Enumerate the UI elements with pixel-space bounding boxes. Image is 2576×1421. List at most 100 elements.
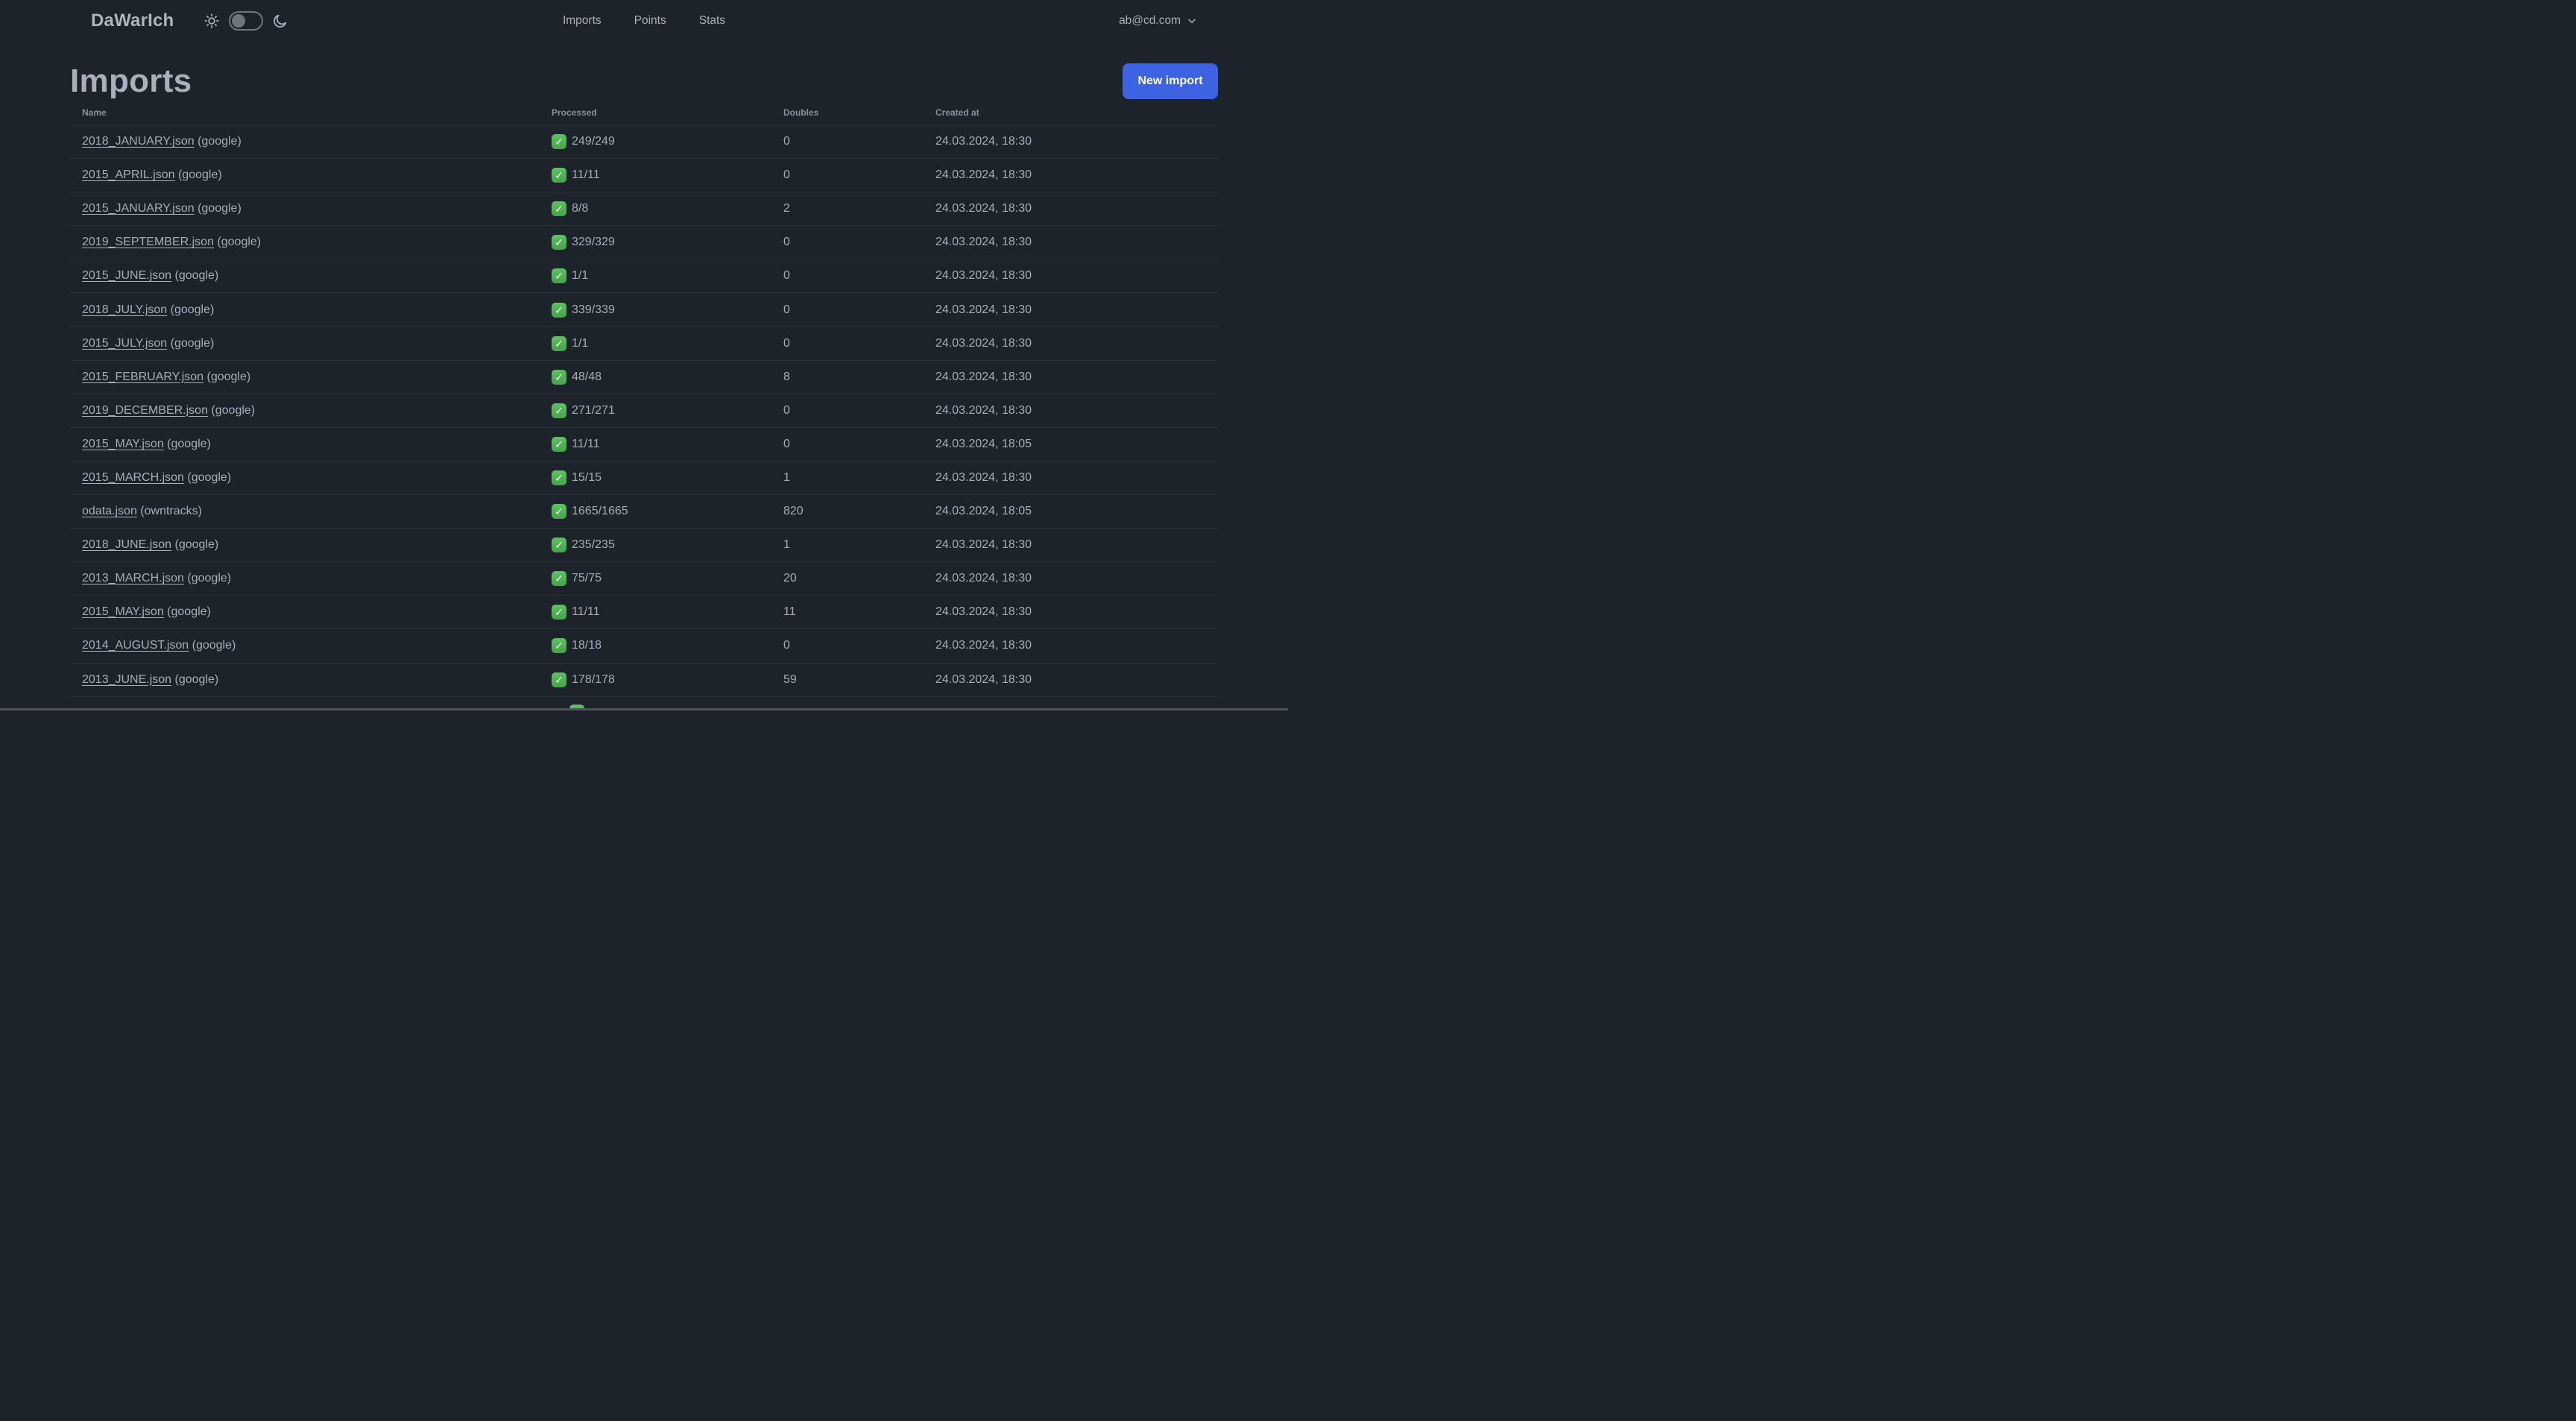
import-file-link[interactable]: 2018_JANUARY.json <box>82 135 195 148</box>
page-header: Imports New import <box>70 63 1218 100</box>
import-file-link[interactable]: 2018_JUNE.json <box>82 538 171 551</box>
table-row: 2015_JANUARY.json (google) ✓ 8/8 2 24.03… <box>70 192 1218 227</box>
import-file-link[interactable]: 2015_JUNE.json <box>82 269 171 282</box>
new-import-button[interactable]: New import <box>1123 63 1218 99</box>
import-file-link[interactable]: 2018_JULY.json <box>82 303 167 316</box>
import-file-link[interactable]: 2013_JUNE.json <box>82 673 171 686</box>
processed-cell: ✓ 11/11 <box>552 168 783 183</box>
processed-count: 339/339 <box>572 303 615 316</box>
table-row: 2019_DECEMBER.json (google) ✓ 271/271 0 … <box>70 394 1218 428</box>
name-cell: 2018_JULY.json (google) <box>82 303 552 317</box>
processed-cell: ✓ 8/8 <box>552 201 783 217</box>
import-file-link[interactable]: 2015_MARCH.json <box>82 471 184 484</box>
name-cell: 2014_AUGUST.json (google) <box>82 639 552 652</box>
import-file-link[interactable]: 2019_DECEMBER.json <box>82 404 208 417</box>
theme-switcher <box>203 11 288 31</box>
processed-cell: ✓ 48/48 <box>552 369 783 385</box>
processed-cell: ✓ 249/249 <box>552 134 783 150</box>
import-source: (google) <box>167 336 215 350</box>
created-at-cell: 24.03.2024, 18:30 <box>935 168 1032 182</box>
created-at-cell: 24.03.2024, 18:30 <box>935 470 1032 484</box>
import-source: (google) <box>194 135 242 148</box>
name-cell: 2019_SEPTEMBER.json (google) <box>82 236 552 249</box>
import-file-link[interactable]: 2019_SEPTEMBER.json <box>82 236 214 248</box>
doubles-cell: 0 <box>783 135 790 148</box>
app-logo[interactable]: DaWarIch <box>91 10 174 31</box>
import-source: (owntracks) <box>136 505 202 518</box>
main-nav: Imports Points Stats <box>561 0 727 42</box>
created-at-cell: 24.03.2024, 18:05 <box>935 505 1032 518</box>
processed-count: 11/11 <box>572 605 600 619</box>
processed-cell: ✓ 339/339 <box>552 302 783 318</box>
created-at-cell: 24.03.2024, 18:30 <box>935 269 1032 283</box>
import-file-link[interactable]: 2015_MAY.json <box>82 605 164 618</box>
import-file-link[interactable]: 2015_APRIL.json <box>82 168 175 181</box>
created-at-cell: 24.03.2024, 18:30 <box>935 639 1032 652</box>
doubles-cell: 2 <box>783 202 790 215</box>
import-source: (google) <box>189 639 236 652</box>
check-mark-icon: ✓ <box>552 268 566 284</box>
name-cell: 2015_MARCH.json (google) <box>82 471 552 485</box>
table-body: 2018_JANUARY.json (google) ✓ 249/249 0 2… <box>70 125 1218 697</box>
check-mark-icon: ✓ <box>552 168 566 183</box>
column-header-processed: Processed <box>552 107 597 118</box>
processed-cell: ✓ 15/15 <box>552 470 783 485</box>
processed-cell: ✓ 235/235 <box>552 538 783 553</box>
check-mark-icon: ✓ <box>552 302 566 318</box>
theme-toggle[interactable] <box>229 11 264 31</box>
horizontal-scrollbar[interactable] <box>0 708 1288 710</box>
imports-page: Imports New import Name Processed Double… <box>0 63 1288 697</box>
doubles-cell: 0 <box>783 168 790 182</box>
nav-points[interactable]: Points <box>633 11 668 31</box>
check-mark-icon: ✓ <box>552 571 566 587</box>
table-row: 2015_MARCH.json (google) ✓ 15/15 1 24.03… <box>70 461 1218 496</box>
processed-cell: ✓ 1/1 <box>552 335 783 351</box>
table-row: 2018_JULY.json (google) ✓ 339/339 0 24.0… <box>70 293 1218 327</box>
processed-count: 11/11 <box>572 437 600 450</box>
created-at-cell: 24.03.2024, 18:30 <box>935 236 1032 249</box>
import-source: (google) <box>183 470 232 484</box>
name-cell: 2018_JANUARY.json (google) <box>82 135 552 148</box>
import-file-link[interactable]: 2015_MAY.json <box>82 438 164 450</box>
import-source: (google) <box>163 437 211 450</box>
import-source: (google) <box>171 538 219 552</box>
nav-stats[interactable]: Stats <box>698 11 727 31</box>
processed-count: 1/1 <box>572 269 589 283</box>
processed-count: 8/8 <box>572 202 589 215</box>
doubles-cell: 8 <box>783 370 790 383</box>
name-cell: 2019_DECEMBER.json (google) <box>82 404 552 418</box>
table-row: 2015_MAY.json (google) ✓ 11/11 11 24.03.… <box>70 596 1218 630</box>
import-source: (google) <box>171 269 219 283</box>
created-at-cell: 24.03.2024, 18:30 <box>935 672 1032 686</box>
import-file-link[interactable]: 2015_FEBRUARY.json <box>82 371 203 383</box>
column-header-name: Name <box>82 107 107 118</box>
chevron-down-icon <box>1188 19 1196 24</box>
import-file-link[interactable]: 2015_JANUARY.json <box>82 202 195 215</box>
doubles-cell: 0 <box>783 236 790 249</box>
name-cell: 2015_MAY.json (google) <box>82 605 552 619</box>
import-file-link[interactable]: 2013_MARCH.json <box>82 572 184 585</box>
doubles-cell: 0 <box>783 403 790 417</box>
processed-count: 48/48 <box>572 370 602 383</box>
nav-imports[interactable]: Imports <box>561 11 603 31</box>
name-cell: 2015_JANUARY.json (google) <box>82 202 552 215</box>
check-mark-icon: ✓ <box>552 369 566 385</box>
created-at-cell: 24.03.2024, 18:30 <box>935 538 1032 552</box>
sun-icon <box>204 13 220 28</box>
import-file-link[interactable]: 2015_JULY.json <box>82 337 167 350</box>
user-menu[interactable]: ab@cd.com <box>1119 14 1197 28</box>
table-row: 2018_JUNE.json (google) ✓ 235/235 1 24.0… <box>70 529 1218 563</box>
processed-count: 329/329 <box>572 236 615 249</box>
name-cell: 2013_MARCH.json (google) <box>82 572 552 585</box>
import-file-link[interactable]: odata.json <box>82 505 137 517</box>
processed-count: 235/235 <box>572 538 615 552</box>
import-source: (google) <box>174 168 222 182</box>
import-file-link[interactable]: 2014_AUGUST.json <box>82 639 189 652</box>
doubles-cell: 59 <box>783 672 797 686</box>
check-mark-icon: ✓ <box>552 134 566 150</box>
table-row: 2015_MAY.json (google) ✓ 11/11 0 24.03.2… <box>70 428 1218 461</box>
column-header-created-at: Created at <box>935 107 979 118</box>
import-source: (google) <box>171 672 219 686</box>
column-header-doubles: Doubles <box>783 107 819 118</box>
processed-cell: ✓ 75/75 <box>552 571 783 587</box>
